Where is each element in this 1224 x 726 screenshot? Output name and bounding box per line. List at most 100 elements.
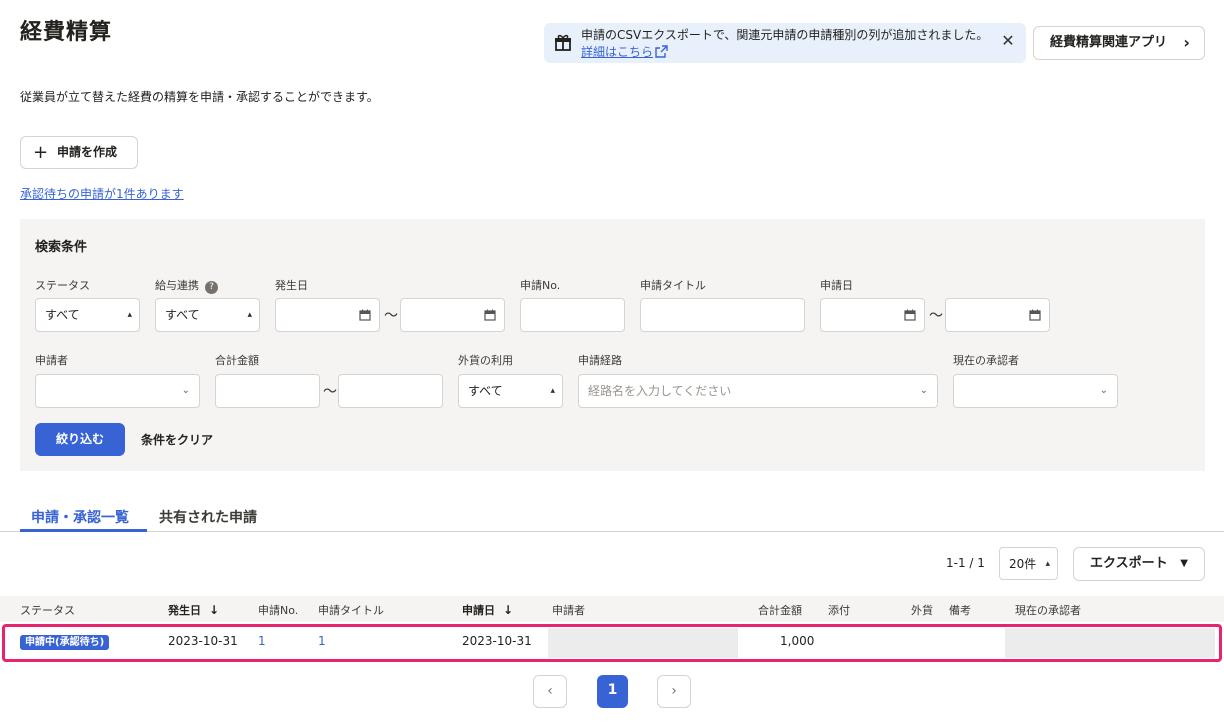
related-apps-button[interactable]: 経費精算関連アプリ › (1033, 26, 1205, 60)
pending-approvals-link[interactable]: 承認待ちの申請が1件あります (20, 185, 184, 202)
col-application-date-label[interactable]: 申請日 (462, 604, 495, 617)
route-placeholder[interactable]: 経路名を入力してください (588, 384, 731, 398)
calendar-icon[interactable] (1029, 309, 1041, 321)
export-button[interactable]: エクスポート ▼ (1073, 547, 1205, 581)
help-icon[interactable]: ? (205, 281, 218, 294)
foreign-currency-select[interactable]: すべて ▴ (458, 374, 563, 408)
total-amount-label: 合計金額 (215, 354, 259, 367)
export-label[interactable]: エクスポート (1090, 556, 1168, 571)
caret-down-icon[interactable]: ▼ (1180, 548, 1188, 580)
applicant-select[interactable]: ⌄ (35, 374, 200, 408)
plus-icon[interactable]: + (33, 137, 48, 168)
col-total-amount: 合計金額 (758, 604, 802, 617)
row-total-amount: 1,000 (780, 634, 815, 648)
col-application-date[interactable]: 申請日 ↓ (462, 602, 513, 618)
page-title: 経費精算 (20, 20, 113, 45)
info-banner: 申請のCSVエクスポートで、関連元申請の申請種別の列が追加されました。 詳細はこ… (544, 23, 1026, 63)
search-panel-title: 検索条件 (35, 240, 88, 255)
col-title: 申請タイトル (318, 604, 384, 617)
tab-applications[interactable]: 申請・承認一覧 (31, 507, 129, 527)
approver-redacted (1005, 628, 1215, 658)
banner-message: 申請のCSVエクスポートで、関連元申請の申請種別の列が追加されました。 (581, 28, 989, 42)
chevron-down-icon[interactable]: ⌄ (1100, 375, 1108, 407)
application-date-label: 申請日 (820, 279, 853, 292)
clear-filters-button[interactable]: 条件をクリア (141, 431, 213, 448)
related-apps-label[interactable]: 経費精算関連アプリ (1050, 35, 1167, 50)
col-occurrence-date-label[interactable]: 発生日 (168, 604, 201, 617)
range-separator: 〜 (323, 384, 337, 400)
select-caret-icon[interactable]: ▴ (127, 299, 132, 331)
applicant-redacted (548, 628, 738, 658)
status-select-value[interactable]: すべて (45, 308, 80, 322)
route-input[interactable]: 経路名を入力してください ⌄ (578, 374, 938, 408)
occurrence-date-label: 発生日 (275, 279, 308, 292)
application-title-input[interactable] (640, 298, 805, 332)
chevron-down-icon[interactable]: ⌄ (182, 375, 190, 407)
status-label: ステータス (35, 279, 90, 292)
row-title[interactable]: 1 (318, 634, 326, 648)
result-count: 1-1 / 1 (946, 556, 985, 570)
foreign-currency-label: 外貨の利用 (458, 354, 513, 367)
pagination-next-button[interactable]: › (657, 675, 691, 708)
row-occurrence-date: 2023-10-31 (168, 634, 238, 648)
sort-desc-icon[interactable]: ↓ (503, 603, 513, 617)
col-status: ステータス (20, 604, 75, 617)
per-page-select[interactable]: 20件 ▴ (999, 547, 1058, 580)
col-remarks: 備考 (949, 604, 971, 617)
page-description: 従業員が立て替えた経費の精算を申請・承認することができます。 (20, 90, 379, 104)
total-amount-min[interactable] (215, 374, 320, 408)
application-date-to[interactable] (945, 298, 1050, 332)
col-applicant: 申請者 (552, 604, 585, 617)
current-approver-label: 現在の承認者 (953, 354, 1019, 367)
route-label: 申請経路 (578, 354, 622, 367)
banner-detail-link[interactable]: 詳細はこちら (581, 43, 668, 60)
col-attachment: 添付 (828, 604, 850, 617)
status-select[interactable]: すべて ▴ (35, 298, 140, 332)
external-link-icon[interactable] (655, 45, 668, 58)
pagination-prev-button[interactable]: ‹ (533, 675, 567, 708)
applicant-label: 申請者 (35, 354, 68, 367)
current-approver-select[interactable]: ⌄ (953, 374, 1118, 408)
application-no-label: 申請No. (520, 279, 561, 292)
row-application-no[interactable]: 1 (258, 634, 266, 648)
chevron-right-icon[interactable]: › (1183, 27, 1190, 59)
tabs-divider (0, 531, 1224, 532)
gift-icon (555, 34, 571, 51)
payroll-select[interactable]: すべて ▴ (155, 298, 260, 332)
close-icon[interactable]: ✕ (1000, 33, 1016, 49)
occurrence-date-to[interactable] (400, 298, 505, 332)
payroll-label-text: 給与連携 (155, 279, 199, 292)
col-application-no: 申請No. (258, 604, 299, 617)
tab-shared[interactable]: 共有された申請 (159, 507, 257, 527)
row-application-date: 2023-10-31 (462, 634, 532, 648)
payroll-label: 給与連携? (155, 277, 218, 294)
application-no-input[interactable] (520, 298, 625, 332)
range-separator: 〜 (929, 308, 943, 324)
calendar-icon[interactable] (904, 309, 916, 321)
total-amount-max[interactable] (338, 374, 443, 408)
application-date-from[interactable] (820, 298, 925, 332)
sort-desc-icon[interactable]: ↓ (209, 603, 219, 617)
create-application-label[interactable]: 申請を作成 (57, 145, 117, 159)
calendar-icon[interactable] (484, 309, 496, 321)
calendar-icon[interactable] (359, 309, 371, 321)
foreign-currency-value[interactable]: すべて (468, 384, 503, 398)
payroll-select-value[interactable]: すべて (165, 308, 200, 322)
active-tab-indicator (20, 529, 147, 532)
col-foreign: 外貨 (911, 604, 933, 617)
pagination-current-page[interactable]: 1 (597, 675, 628, 708)
col-occurrence-date[interactable]: 発生日 ↓ (168, 602, 219, 618)
status-badge: 申請中(承認待ち) (20, 635, 110, 650)
occurrence-date-from[interactable] (275, 298, 380, 332)
per-page-value[interactable]: 20件 (1009, 557, 1036, 571)
col-current-approver: 現在の承認者 (1015, 604, 1081, 617)
select-caret-icon[interactable]: ▴ (550, 375, 555, 407)
create-application-button[interactable]: + 申請を作成 (20, 136, 138, 169)
select-caret-icon[interactable]: ▴ (247, 299, 252, 331)
chevron-down-icon[interactable]: ⌄ (920, 375, 928, 407)
range-separator: 〜 (384, 308, 398, 324)
banner-detail-link-label[interactable]: 詳細はこちら (581, 45, 653, 59)
application-title-label: 申請タイトル (640, 279, 706, 292)
select-caret-icon[interactable]: ▴ (1045, 548, 1050, 580)
filter-button[interactable]: 絞り込む (35, 423, 125, 456)
